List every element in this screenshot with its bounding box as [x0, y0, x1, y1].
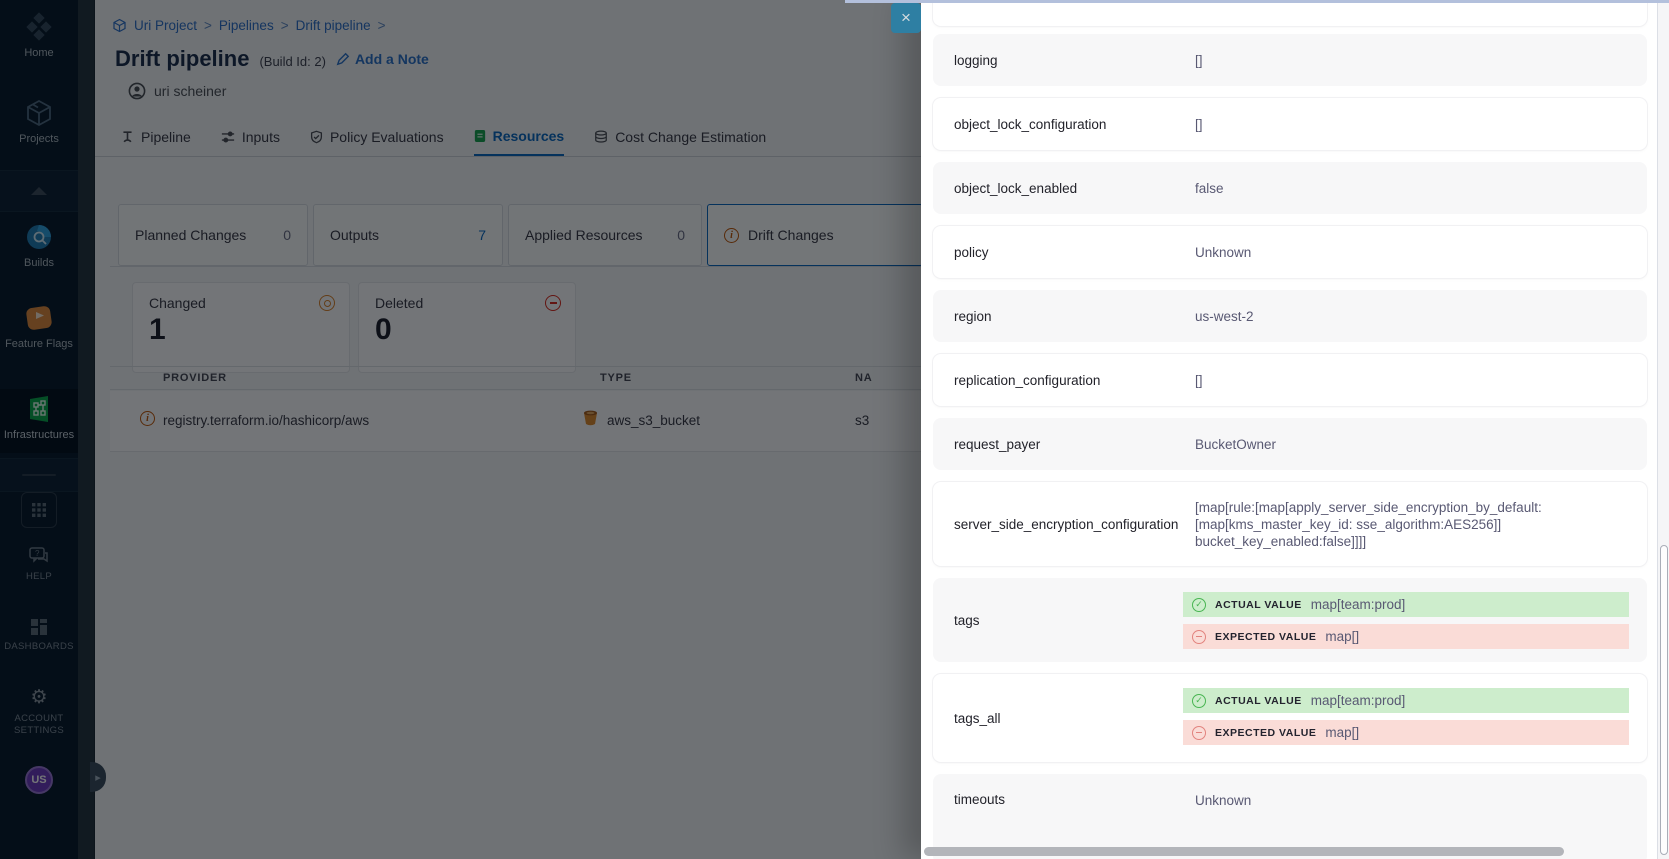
expected-value: map[]: [1325, 629, 1359, 644]
actual-value-bar: ✓ ACTUAL VALUE map[team:prod]: [1183, 688, 1629, 713]
attribute-value: false: [1195, 180, 1599, 197]
expected-value-bar: EXPECTED VALUE map[]: [1183, 624, 1629, 649]
attribute-key: replication_configuration: [954, 373, 1100, 388]
attribute-key: tags_all: [954, 711, 1001, 726]
attribute-key: logging: [954, 53, 998, 68]
attribute-key: tags: [954, 613, 980, 628]
minus-circle-icon: [1192, 630, 1206, 644]
drift-details-drawer: logging [] object_lock_configuration [] …: [921, 0, 1657, 859]
attribute-key: policy: [954, 245, 989, 260]
attribute-value: []: [1195, 372, 1599, 389]
actual-value-label: ACTUAL VALUE: [1215, 599, 1302, 611]
horizontal-scrollbar-thumb[interactable]: [924, 847, 1564, 856]
expected-value-label: EXPECTED VALUE: [1215, 727, 1316, 739]
drawer-row: policy Unknown: [933, 226, 1647, 278]
attribute-value: []: [1195, 116, 1599, 133]
attribute-key: request_payer: [954, 437, 1040, 452]
attribute-key: object_lock_configuration: [954, 117, 1106, 132]
drawer-row: region us-west-2: [933, 290, 1647, 342]
actual-value-bar: ✓ ACTUAL VALUE map[team:prod]: [1183, 592, 1629, 617]
attribute-value: [map[rule:[map[apply_server_side_encrypt…: [1195, 499, 1599, 550]
attribute-value: us-west-2: [1195, 308, 1599, 325]
attribute-key: timeouts: [954, 792, 1005, 807]
drawer-row: request_payer BucketOwner: [933, 418, 1647, 470]
check-circle-icon: ✓: [1192, 598, 1206, 612]
attribute-value: BucketOwner: [1195, 436, 1599, 453]
attribute-value: Unknown: [1195, 792, 1599, 809]
close-drawer-button[interactable]: ×: [891, 3, 921, 33]
app-window: Home Projects Builds: [0, 0, 1669, 859]
actual-value: map[team:prod]: [1311, 693, 1406, 708]
minus-circle-icon: [1192, 726, 1206, 740]
actual-value: map[team:prod]: [1311, 597, 1406, 612]
expected-value: map[]: [1325, 725, 1359, 740]
attribute-key: object_lock_enabled: [954, 181, 1077, 196]
drawer-row-diff: tags_all ✓ ACTUAL VALUE map[team:prod] E…: [933, 674, 1647, 762]
attribute-value: []: [1195, 52, 1599, 69]
attribute-key: region: [954, 309, 992, 324]
drawer-row: logging []: [933, 34, 1647, 86]
drawer-row: object_lock_enabled false: [933, 162, 1647, 214]
drawer-row-diff: tags ✓ ACTUAL VALUE map[team:prod] EXPEC…: [933, 578, 1647, 662]
attribute-value: Unknown: [1195, 244, 1599, 261]
drawer-row: object_lock_configuration []: [933, 98, 1647, 150]
vertical-scrollbar[interactable]: [1657, 0, 1669, 859]
expected-value-label: EXPECTED VALUE: [1215, 631, 1316, 643]
actual-value-label: ACTUAL VALUE: [1215, 695, 1302, 707]
attribute-key: server_side_encryption_configuration: [954, 517, 1178, 532]
drawer-row: replication_configuration []: [933, 354, 1647, 406]
drawer-row-partial: [933, 0, 1647, 26]
drawer-row: server_side_encryption_configuration [ma…: [933, 482, 1647, 566]
expected-value-bar: EXPECTED VALUE map[]: [1183, 720, 1629, 745]
drawer-top-edge: [845, 0, 1669, 3]
check-circle-icon: ✓: [1192, 694, 1206, 708]
vertical-scrollbar-thumb[interactable]: [1660, 545, 1668, 855]
